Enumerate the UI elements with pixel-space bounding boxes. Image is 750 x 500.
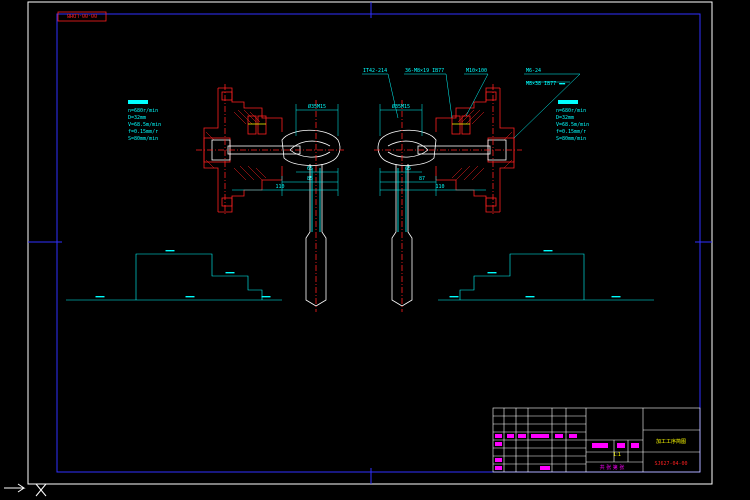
left-fixture-assembly <box>196 84 344 312</box>
svg-text:V=68.5m/min: V=68.5m/min <box>128 122 161 128</box>
callout-4: M6-24 <box>526 68 541 74</box>
title-block-sheet: 共 张 第 张 <box>600 464 625 471</box>
right-dim-3: 110 <box>435 184 444 190</box>
left-cycle-label-1: ▬▬▬ <box>165 248 174 254</box>
drawing-frame <box>56 13 701 473</box>
right-cycle-label-4: ▬▬▬ <box>525 294 534 300</box>
right-dim-2: 87 <box>419 176 425 182</box>
left-cycle-label-4: ▬▬▬ <box>185 294 194 300</box>
right-fixture-assembly <box>374 84 522 312</box>
callout-1: IT42-214 <box>363 68 387 74</box>
left-cycle-label-2: ▬▬▬ <box>225 270 234 276</box>
svg-text:D=32mm: D=32mm <box>128 115 146 121</box>
left-cycle-label-3: ▬▬▬ <box>95 294 104 300</box>
title-block-drawing-title: 加工工序简图 <box>656 438 686 445</box>
callout-2: 36-M8×19 IB77 <box>405 68 444 74</box>
right-dim-1: 65 <box>405 166 411 172</box>
left-process-notes: n=680r/min D=32mm V=68.5m/min f=0.15mm/r… <box>128 100 161 142</box>
flipped-stamp: 00-00-LDHB <box>57 11 107 22</box>
svg-text:V=68.5m/min: V=68.5m/min <box>556 122 589 128</box>
sheet-border <box>27 1 713 485</box>
right-cycle-label-1: ▬▬▬ <box>543 248 552 254</box>
cad-drawing-canvas: 00-00-LDHB Ø35M15 65 85 110 n=680r/min D… <box>4 1 713 497</box>
left-dim-2: 85 <box>307 176 313 182</box>
right-cycle-label-5: ▬▬▬ <box>449 294 458 300</box>
centering-marks <box>28 2 712 484</box>
left-dim-1: 65 <box>307 166 313 172</box>
right-process-notes: n=680r/min D=32mm V=68.5m/min f=0.15mm/r… <box>556 100 589 142</box>
svg-text:S=80mm/min: S=80mm/min <box>556 136 586 142</box>
right-cycle-label-3: ▬▬▬ <box>611 294 620 300</box>
title-block-scale: 1:1 <box>613 452 621 458</box>
callout-3: M10×100 <box>466 68 487 74</box>
svg-text:f=0.15mm/r: f=0.15mm/r <box>556 129 586 135</box>
left-dim-3: 110 <box>275 184 284 190</box>
svg-text:n=680r/min: n=680r/min <box>128 108 158 114</box>
svg-text:D=32mm: D=32mm <box>556 115 574 121</box>
svg-text:n=680r/min: n=680r/min <box>556 108 586 114</box>
title-block-drawing-number: SJ627-04-00 <box>654 461 687 467</box>
right-cycle-diagram <box>438 253 654 301</box>
left-dim-top: Ø35M15 <box>308 103 326 110</box>
flipped-stamp-text: 00-00-LDHB <box>67 12 97 18</box>
ucs-icon <box>4 483 47 497</box>
svg-text:f=0.15mm/r: f=0.15mm/r <box>128 129 158 135</box>
callout-5: M8×38 IB77 ▬▬ <box>526 81 565 87</box>
svg-text:S=80mm/min: S=80mm/min <box>128 136 158 142</box>
right-cycle-label-2: ▬▬▬ <box>487 270 496 276</box>
left-cycle-label-5: ▬▬▬ <box>261 294 270 300</box>
